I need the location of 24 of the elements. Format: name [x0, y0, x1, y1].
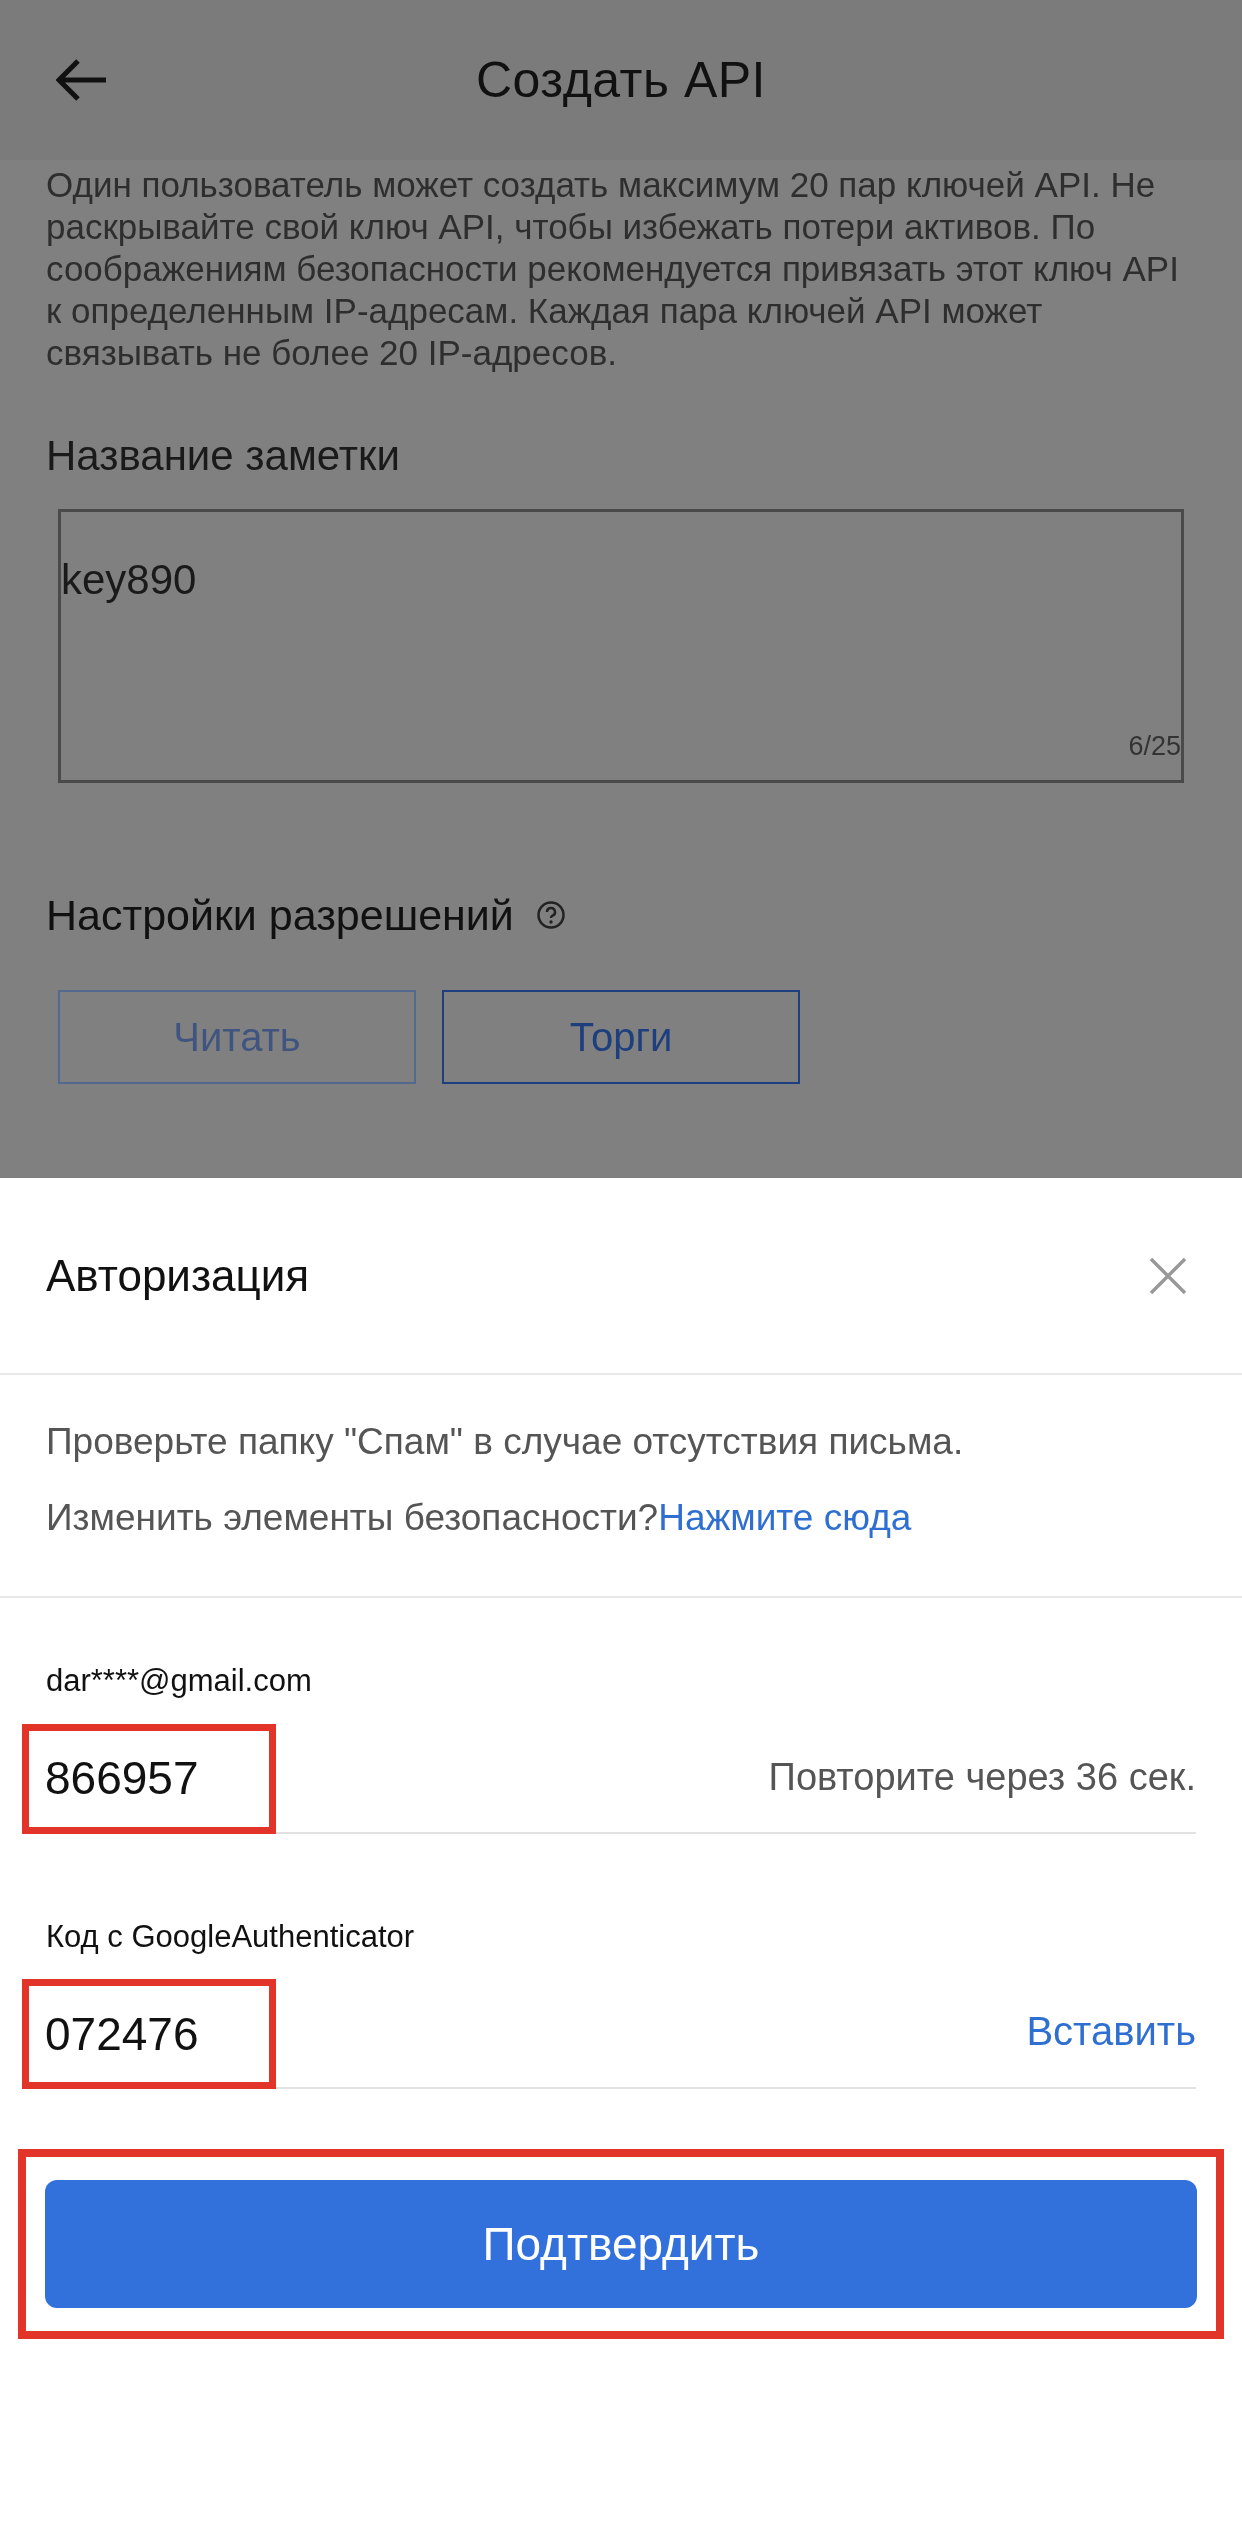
field-label: dar****@gmail.com [46, 1662, 313, 1700]
link[interactable]: Нажмите сюда [658, 1497, 912, 1538]
permission-toggle[interactable]: Торги [442, 989, 800, 1084]
confirm-button[interactable]: Подтвердить [45, 2180, 1197, 2308]
character-counter: 6/25 [1128, 729, 1181, 763]
field-label: Код с GoogleAuthenticator [46, 1917, 416, 1956]
section-title: Настройки разрешений [46, 890, 514, 941]
code-field[interactable]: 866957 [22, 1723, 276, 1834]
notice-text: Один пользователь может создать максимум 20 пар ключей API. Не раскрывайте свой ключ API, чтобы избежать потери активов. По соображениям безопасности рекомендуется привязать этот ключ API к определенным IP-адресам. Каждая пара ключей API может связывать не более 20 IP-адресов. [45, 164, 1180, 374]
note-name-field[interactable]: key890 6/25 [58, 509, 1184, 783]
page-title: Создать API [476, 50, 766, 110]
help-icon [535, 900, 566, 931]
close-icon [1148, 1255, 1188, 1296]
resend-timer: Повторите через 36 сек. [768, 1754, 1196, 1800]
field-value: key890 [61, 555, 197, 605]
hint-text: Проверьте папку "Спам" в случае отсутствия письма. [46, 1420, 965, 1464]
code-field[interactable]: 072476 [22, 1979, 276, 2089]
hint-text: Изменить элементы безопасности? [46, 1497, 659, 1538]
back-arrow-icon [56, 58, 108, 102]
back-button[interactable] [56, 58, 108, 102]
close-button[interactable] [1148, 1255, 1188, 1296]
field-label: Название заметки [46, 431, 401, 481]
sheet-title: Авторизация [46, 1249, 310, 1302]
paste-button[interactable]: Вставить [1026, 2001, 1196, 2061]
